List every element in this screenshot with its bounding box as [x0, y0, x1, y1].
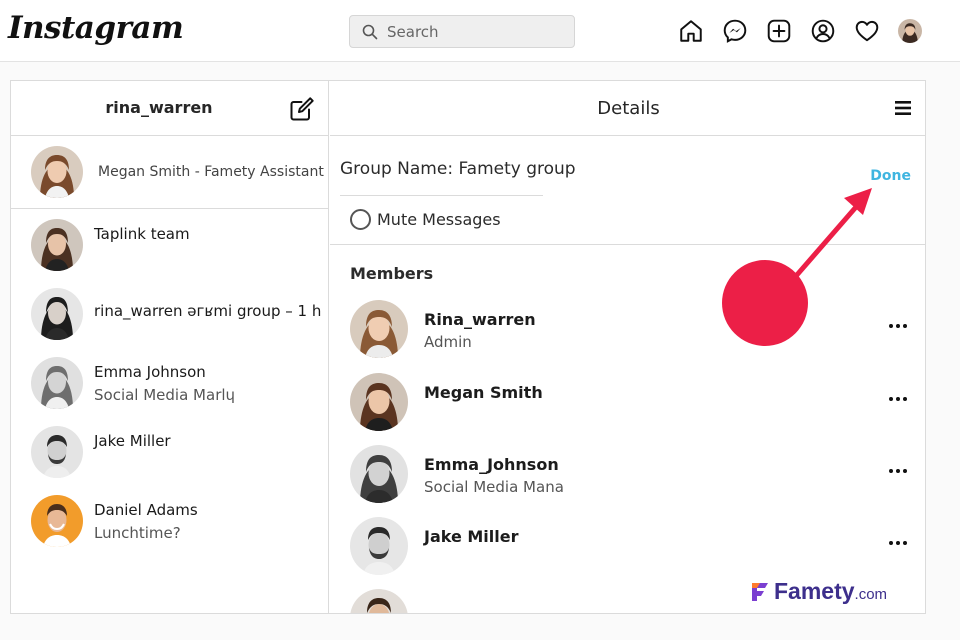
conversation-item[interactable]: Emma Johnson Social Media Marlɥ [11, 347, 329, 415]
member-name: Rina_warren [424, 310, 536, 329]
avatar [350, 445, 408, 503]
conversation-name: rina_warren əгʁmi group – 1 h [94, 302, 322, 320]
instagram-logo[interactable]: Instagram [8, 10, 184, 46]
search-icon [362, 24, 378, 39]
divider [330, 244, 925, 245]
pinned-conversation-text: Megan Smith - Famety Assistant [98, 164, 324, 180]
home-icon[interactable] [676, 16, 706, 46]
avatar [31, 495, 83, 547]
avatar [31, 357, 83, 409]
mute-messages-option[interactable]: Mute Messages [350, 209, 501, 230]
conversation-item[interactable]: Taplink team [11, 209, 329, 277]
member-role: Admin [424, 333, 472, 351]
heart-icon[interactable] [852, 16, 882, 46]
conversation-header: rina_warren [11, 81, 328, 136]
more-options-icon[interactable] [887, 395, 909, 403]
pinned-conversation[interactable]: Megan Smith - Famety Assistant [11, 136, 328, 209]
member-name: Emma_Johnson [424, 455, 559, 474]
avatar [31, 288, 83, 340]
group-name-underline [340, 195, 543, 196]
brand-domain: .com [854, 586, 888, 603]
avatar [31, 146, 83, 198]
account-username[interactable]: rina_warren [11, 98, 307, 117]
conversation-item[interactable]: rina_warren əгʁmi group – 1 h [11, 278, 329, 346]
conversation-preview: Lunchtime? [94, 524, 181, 542]
avatar [350, 517, 408, 575]
member-row[interactable]: Rina_warren Admin [330, 300, 925, 372]
avatar [31, 426, 83, 478]
conversation-preview: Social Media Marlɥ [94, 386, 236, 404]
mute-label: Mute Messages [377, 210, 501, 229]
compose-icon[interactable] [288, 95, 316, 123]
avatar [350, 589, 408, 613]
more-options-icon[interactable] [887, 467, 909, 475]
new-post-icon[interactable] [764, 16, 794, 46]
brand-name: Famety [774, 578, 855, 604]
details-pane: Details Group Name: Famety group Done Mu… [330, 81, 925, 613]
conversation-name: Jake Miller [94, 432, 171, 450]
search-input[interactable] [387, 22, 557, 41]
details-header: Details [330, 81, 925, 136]
details-title: Details [597, 98, 660, 119]
famety-logo-icon [752, 582, 768, 601]
avatar [31, 219, 83, 271]
profile-icon[interactable] [808, 16, 838, 46]
conversation-name: Taplink team [94, 225, 190, 243]
more-options-icon[interactable] [887, 322, 909, 330]
avatar [350, 373, 408, 431]
conversation-item[interactable]: Jake Miller [11, 416, 329, 484]
messages-panel: rina_warren Megan Smith - Famety Assista… [10, 80, 926, 614]
conversation-list: rina_warren Megan Smith - Famety Assista… [11, 81, 329, 613]
member-row[interactable]: Emma_Johnson Social Media Mana [330, 445, 925, 517]
member-name: Jake Miller [424, 527, 519, 546]
member-role: Social Media Mana [424, 478, 564, 496]
search-box[interactable] [349, 15, 575, 48]
top-nav: Instagram [0, 0, 960, 62]
member-row[interactable]: Megan Smith [330, 373, 925, 445]
conversation-name: Daniel Adams [94, 501, 198, 519]
nav-icons [676, 16, 922, 46]
hamburger-menu-icon[interactable] [893, 98, 913, 118]
mute-radio[interactable] [350, 209, 371, 230]
conversation-name: Emma Johnson [94, 363, 206, 381]
famety-watermark: Famety .com [750, 578, 887, 605]
member-name: Megan Smith [424, 383, 543, 402]
user-avatar[interactable] [898, 19, 922, 43]
members-heading: Members [350, 264, 434, 283]
messenger-icon[interactable] [720, 16, 750, 46]
group-name-field[interactable]: Group Name: Famety group [340, 159, 576, 179]
done-button[interactable]: Done [870, 168, 911, 184]
more-options-icon[interactable] [887, 539, 909, 547]
conversation-item[interactable]: Daniel Adams Lunchtime? [11, 485, 329, 553]
avatar [350, 300, 408, 358]
